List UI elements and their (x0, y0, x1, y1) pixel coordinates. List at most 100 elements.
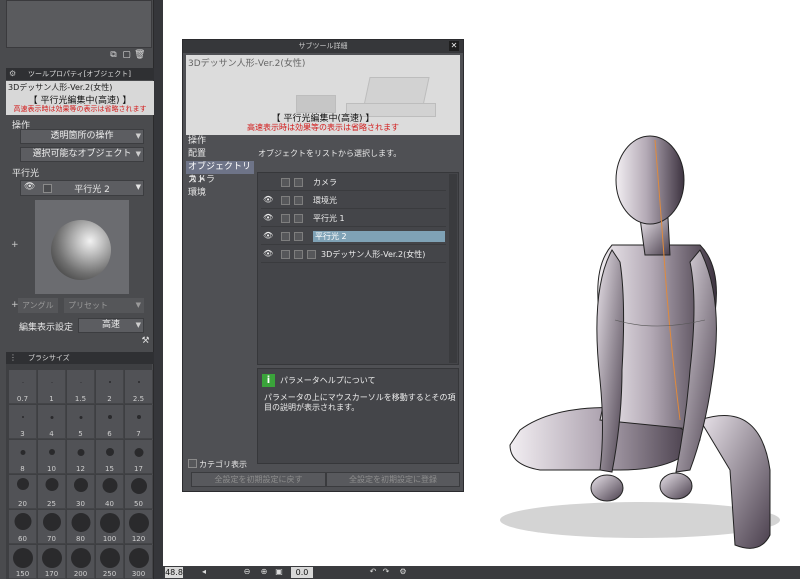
brush-size-cell[interactable]: 170 (38, 545, 66, 579)
brush-size-cell[interactable]: 60 (9, 510, 37, 544)
brush-size-cell[interactable]: 3 (9, 405, 37, 439)
eye-icon[interactable]: 👁 (263, 231, 273, 240)
brush-size-title: ブラシサイズ (28, 354, 70, 362)
rotation-angle[interactable]: 0.0 (291, 567, 313, 578)
zoom-fit-icon[interactable]: ⊕ (259, 567, 269, 577)
eye-icon[interactable]: 👁 (263, 195, 273, 204)
display-setting-select[interactable]: 高速 ▼ (78, 318, 144, 333)
category-item[interactable]: カメラ (186, 174, 254, 187)
row-lock-checkbox[interactable] (294, 232, 303, 241)
row-checkbox[interactable] (281, 232, 290, 241)
transparent-operation-select[interactable]: 透明箇所の操作 ▼ (20, 129, 144, 144)
row-lock-checkbox[interactable] (294, 196, 303, 205)
brush-size-cell[interactable]: 150 (9, 545, 37, 579)
brush-size-cell[interactable]: 50 (125, 475, 153, 509)
trash-icon[interactable]: 🗑 (134, 50, 145, 61)
brush-size-cell[interactable]: 25 (38, 475, 66, 509)
eye-icon[interactable]: 👁 (263, 213, 273, 222)
brush-size-cell[interactable]: 120 (125, 510, 153, 544)
reset-settings-label: 全設定を初期設定に戻す (214, 475, 303, 484)
row-checkbox[interactable] (281, 214, 290, 223)
object-list-row[interactable]: 👁 環境光 (261, 193, 446, 209)
brush-size-cell[interactable]: 250 (96, 545, 124, 579)
category-item[interactable]: 配置 (186, 148, 254, 161)
brush-size-cell[interactable]: 80 (67, 510, 95, 544)
expand-plus-icon[interactable]: + (11, 240, 19, 250)
brush-size-cell[interactable]: 40 (96, 475, 124, 509)
left-panel-scrollbar[interactable] (153, 0, 163, 579)
object-list-row[interactable]: 👁 平行光 1 (261, 211, 446, 227)
brush-size-cell[interactable]: 8 (9, 440, 37, 474)
row-checkbox[interactable] (281, 178, 290, 187)
chevron-down-icon: ▼ (135, 132, 141, 140)
rotate-left-icon[interactable]: ↶ (368, 567, 378, 577)
category-item[interactable]: オブジェクトリスト (186, 161, 254, 185)
object-list-scrollbar[interactable] (449, 174, 457, 363)
angle-button[interactable]: アングル (18, 298, 58, 313)
brush-size-cell[interactable]: 4 (38, 405, 66, 439)
object-list-row[interactable]: 👁 3Dデッサン人形-Ver.2(女性) (261, 247, 446, 263)
brush-size-cell[interactable]: 300 (125, 545, 153, 579)
brush-size-cell[interactable]: 70 (38, 510, 66, 544)
object-list-row[interactable]: カメラ (261, 175, 446, 191)
brush-size-cell[interactable]: 5 (67, 405, 95, 439)
actual-size-icon[interactable]: ▣ (274, 567, 284, 577)
wrench-icon[interactable]: ⚒ (140, 336, 151, 347)
register-settings-button[interactable]: 全設定を初期設定に登録 (326, 472, 460, 487)
canvas-3d-figure[interactable] (470, 120, 800, 566)
row-checkbox[interactable] (281, 250, 290, 259)
row-extra-checkbox[interactable] (307, 250, 316, 259)
figure-left-hand (590, 474, 624, 502)
brush-size-cell[interactable]: 200 (67, 545, 95, 579)
row-checkbox[interactable] (281, 196, 290, 205)
brush-size-cell[interactable]: 17 (125, 440, 153, 474)
copy-icon[interactable]: ⧉ (108, 50, 119, 61)
row-lock-checkbox[interactable] (294, 250, 303, 259)
brush-size-cell[interactable]: 20 (9, 475, 37, 509)
light-sphere[interactable] (51, 220, 111, 280)
brush-size-cell[interactable]: 1.5 (67, 370, 95, 404)
brush-size-cell[interactable]: 10 (38, 440, 66, 474)
reset-rotation-icon[interactable]: ⚙ (398, 567, 408, 577)
dialog-titlebar[interactable]: サブツール詳細 ✕ (183, 40, 463, 53)
eye-icon[interactable]: 👁 (263, 249, 273, 258)
new-page-icon[interactable]: ▢ (121, 50, 132, 61)
rotate-right-icon[interactable]: ↷ (381, 567, 391, 577)
brush-size-cell[interactable]: 12 (67, 440, 95, 474)
object-list-row[interactable]: 👁 平行光 2 (261, 229, 446, 245)
brush-size-cell[interactable]: 100 (96, 510, 124, 544)
brush-size-cell[interactable]: 1 (38, 370, 66, 404)
brush-size-titlebar[interactable]: ⋮ ブラシサイズ (6, 352, 154, 364)
parallel-light-select[interactable]: 👁 平行光 2 ▼ (20, 180, 144, 196)
brush-size-cell[interactable]: 2 (96, 370, 124, 404)
tool-property-titlebar[interactable]: ⚙ ツールプロパティ[オブジェクト] (6, 68, 154, 80)
category-item[interactable]: 操作 (186, 135, 254, 148)
brush-size-cell[interactable]: 6 (96, 405, 124, 439)
brush-size-cell[interactable]: 2.5 (125, 370, 153, 404)
category-item[interactable]: 環境 (186, 187, 254, 200)
zoom-out-icon[interactable]: ◂ (199, 567, 209, 577)
brush-size-dot (16, 478, 29, 490)
object-name: 環境光 (313, 196, 337, 205)
light-lock-checkbox[interactable] (43, 184, 52, 193)
brush-size-cell[interactable]: 7 (125, 405, 153, 439)
brush-size-label: 30 (76, 500, 85, 508)
brush-size-cell[interactable]: 0.7 (9, 370, 37, 404)
row-lock-checkbox[interactable] (294, 178, 303, 187)
light-direction-preview[interactable] (35, 200, 129, 294)
preset-button[interactable]: プリセット ▼ (64, 298, 144, 313)
brush-size-cell[interactable]: 30 (67, 475, 95, 509)
brush-size-cell[interactable]: 15 (96, 440, 124, 474)
zoom-level[interactable]: 48.8 (165, 567, 183, 578)
preview-object-name: 3Dデッサン人形-Ver.2(女性) (188, 59, 306, 69)
close-icon[interactable]: ✕ (449, 41, 459, 51)
row-lock-checkbox[interactable] (294, 214, 303, 223)
zoom-in-icon[interactable]: ⊖ (242, 567, 252, 577)
show-category-checkbox[interactable] (188, 459, 197, 468)
selectable-objects-select[interactable]: 選択可能なオブジェクト ▼ (20, 147, 144, 162)
eye-icon[interactable]: 👁 (24, 182, 35, 192)
show-category-toggle[interactable]: カテゴリ表示 (188, 459, 247, 470)
reset-settings-button[interactable]: 全設定を初期設定に戻す (191, 472, 326, 487)
parallel-light-label: 平行光 (12, 169, 40, 179)
brush-size-dot (51, 381, 52, 383)
